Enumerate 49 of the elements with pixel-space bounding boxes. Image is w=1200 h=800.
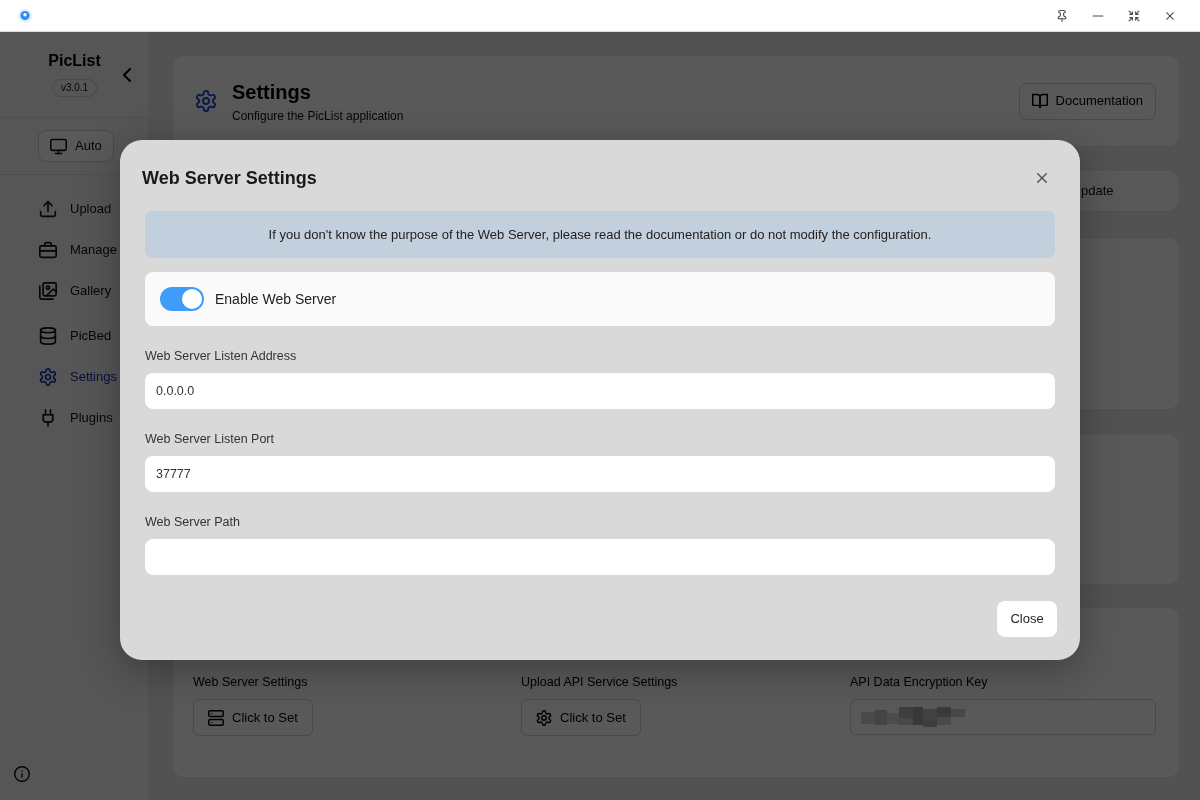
book-icon — [1031, 93, 1048, 109]
field-label: Web Server Listen Port — [145, 431, 274, 447]
set-button[interactable]: Click to Set — [521, 699, 641, 736]
page-subtitle: Configure the PicList application — [232, 108, 404, 123]
settings-icon — [195, 90, 217, 112]
collapse-button[interactable] — [121, 67, 133, 83]
nav-item[interactable]: PicBed — [39, 315, 112, 356]
dialog-close-button[interactable]: Close — [997, 601, 1057, 637]
tab[interactable]: pdate — [1080, 173, 1177, 209]
input-field[interactable] — [850, 699, 1156, 735]
page-title: Settings — [232, 79, 311, 104]
settings-icon — [536, 709, 552, 726]
upload-icon — [39, 199, 57, 218]
input-field[interactable]: 37777 — [145, 456, 1055, 492]
toggle-switch[interactable] — [160, 287, 204, 311]
nav-item[interactable]: Gallery — [39, 270, 112, 311]
theme-button[interactable]: Auto — [38, 130, 114, 162]
plug-icon — [39, 408, 57, 427]
close-button[interactable] — [1035, 171, 1049, 185]
documentation-button[interactable]: Documentation — [1018, 82, 1156, 120]
setting-label: API Data Encryption Key — [850, 674, 988, 690]
app-name: PicList — [48, 51, 101, 71]
monitor-icon — [50, 137, 67, 155]
nav-item[interactable]: Manage — [39, 229, 117, 270]
server-icon — [208, 709, 224, 726]
field-label: Web Server Path — [145, 514, 240, 530]
info-icon[interactable] — [14, 766, 30, 782]
field-label: Web Server Listen Address — [145, 348, 297, 364]
shrink-icon — [1128, 9, 1140, 22]
input-field[interactable]: 0.0.0.0 — [145, 373, 1055, 409]
setting-label: Upload API Service Settings — [521, 674, 678, 690]
nav-item[interactable]: Settings — [39, 356, 117, 397]
nav-item[interactable]: Upload — [39, 188, 112, 229]
settings-icon — [39, 367, 57, 386]
database-icon — [39, 326, 57, 345]
dialog-title: Web Server Settings — [142, 167, 317, 189]
close-icon — [1164, 9, 1176, 22]
input-field[interactable] — [145, 539, 1055, 575]
briefcase-icon — [39, 240, 57, 259]
set-button[interactable]: Click to Set — [193, 699, 313, 736]
pin-icon — [1056, 9, 1068, 22]
images-icon — [39, 281, 57, 300]
notice-banner: If you don't know the purpose of the Web Server, please read the documentation or do not modify the configuration. — [145, 211, 1055, 258]
close-icon — [1037, 173, 1047, 183]
setting-label: Web Server Settings — [193, 674, 308, 690]
nav-item[interactable]: Plugins — [39, 397, 113, 438]
chevron-left-icon — [123, 68, 131, 82]
app-logo-icon — [18, 8, 32, 23]
toggle-label: Enable Web Server — [215, 289, 337, 309]
